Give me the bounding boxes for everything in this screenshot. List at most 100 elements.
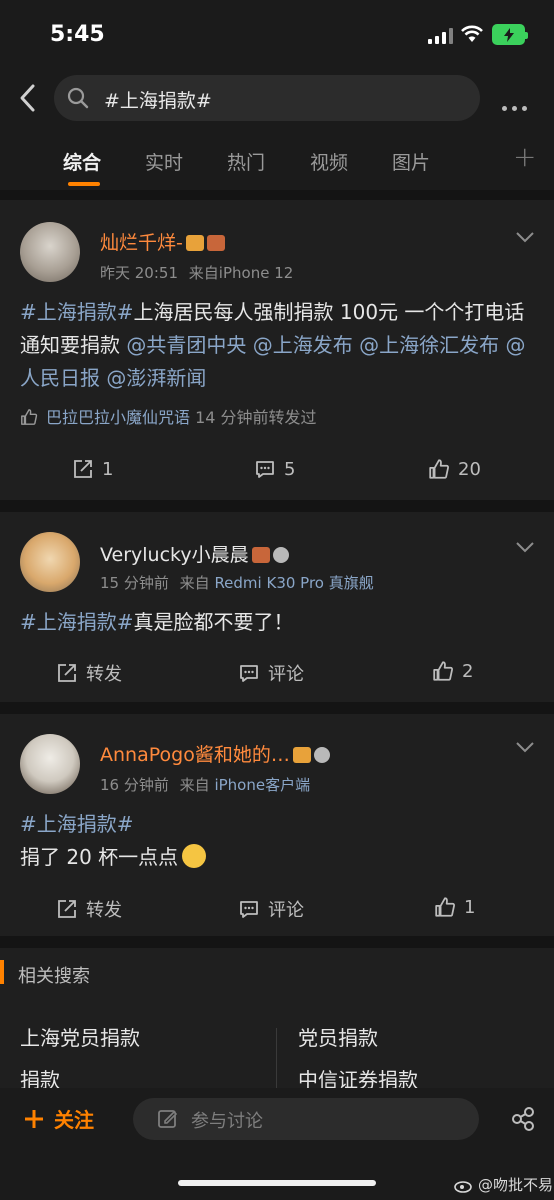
post-meta: 16 分钟前 来自 iPhone客户端 (100, 774, 310, 795)
more-options-icon[interactable] (502, 96, 532, 115)
share-icon[interactable] (510, 1106, 536, 1132)
comment-button[interactable]: 评论 (238, 660, 304, 686)
post-meta: 15 分钟前 来自 Redmi K30 Pro 真旗舰 (100, 572, 374, 593)
comment-count: 5 (284, 458, 296, 480)
source-prefix: 来自 (179, 574, 210, 592)
tab-video[interactable]: 视频 (310, 148, 348, 175)
like-button[interactable]: 20 (428, 458, 481, 480)
post-card[interactable]: Verylucky小晨晨 15 分钟前 来自 Redmi K30 Pro 真旗舰… (0, 512, 554, 702)
repost-icon (74, 460, 92, 478)
post-time: 昨天 20:51 (100, 264, 178, 282)
post-source: iPhone 12 (218, 264, 294, 282)
watermark: @吻批不易 (454, 1174, 553, 1195)
post-actions: 1 5 20 (0, 458, 554, 498)
weibo-logo-icon (454, 1180, 472, 1193)
like-button[interactable]: 1 (434, 896, 475, 918)
status-bar: 5:45 (0, 0, 554, 70)
medal-badge-icon (272, 547, 289, 563)
cellular-signal-icon (428, 28, 454, 44)
related-search-item[interactable]: 党员捐款 (298, 1022, 378, 1051)
repost-user[interactable]: 巴拉巴拉小魔仙咒语 (46, 408, 190, 427)
active-tab-indicator (68, 182, 100, 186)
follow-button[interactable]: 关注 (24, 1104, 94, 1133)
discuss-input[interactable]: 参与讨论 (133, 1098, 479, 1140)
tab-comprehensive[interactable]: 综合 (63, 148, 101, 175)
wifi-icon (461, 25, 483, 42)
like-count: 1 (464, 896, 476, 918)
tab-realtime[interactable]: 实时 (145, 148, 183, 175)
medal-badge-icon (313, 747, 330, 763)
chevron-down-icon[interactable] (514, 540, 536, 554)
like-count: 20 (458, 458, 481, 480)
thumbs-up-icon (435, 897, 455, 917)
comment-icon (240, 901, 258, 918)
comment-icon (240, 665, 258, 682)
post-time: 15 分钟前 (100, 574, 169, 592)
mention-link[interactable]: @共青团中央 (126, 333, 246, 357)
thumbs-up-icon (433, 661, 453, 681)
repost-button[interactable]: 转发 (56, 660, 122, 686)
related-title: 相关搜索 (18, 966, 90, 987)
username-text: AnnaPogo酱和她的… (100, 744, 290, 766)
repost-label: 转发 (86, 900, 122, 921)
search-input[interactable]: #上海捐款# (54, 75, 480, 121)
repost-info: 巴拉巴拉小魔仙咒语 14 分钟前转发过 (20, 404, 317, 428)
post-text: 捐了 20 杯一点点 (20, 845, 179, 869)
tab-hot[interactable]: 热门 (227, 148, 265, 175)
post-card[interactable]: AnnaPogo酱和她的… 16 分钟前 来自 iPhone客户端 #上海捐款#… (0, 714, 554, 936)
source-prefix: 来自 (179, 776, 210, 794)
discuss-placeholder: 参与讨论 (191, 1111, 263, 1132)
member-badge-icon (206, 235, 225, 251)
comment-label: 评论 (268, 900, 304, 921)
crown-badge-icon (185, 235, 204, 251)
post-actions: 转发 评论 2 (0, 660, 554, 700)
hashtag-link[interactable]: #上海捐款# (20, 812, 134, 836)
watermark-text: @吻批不易 (478, 1176, 554, 1194)
home-indicator (178, 1180, 376, 1186)
post-username[interactable]: 灿烂千烊- (100, 228, 225, 255)
hashtag-link[interactable]: #上海捐款# (20, 610, 134, 634)
repost-icon (58, 664, 76, 682)
hashtag-link[interactable]: #上海捐款# (20, 300, 134, 324)
search-icon (67, 87, 89, 109)
post-actions: 转发 评论 1 (0, 896, 554, 936)
repost-button[interactable]: 转发 (56, 896, 122, 922)
like-button[interactable]: 2 (432, 660, 473, 682)
back-icon[interactable] (14, 80, 44, 116)
add-tab-icon[interactable]: + (513, 140, 536, 173)
avatar[interactable] (20, 734, 80, 794)
avatar[interactable] (20, 532, 80, 592)
follow-label: 关注 (54, 1108, 94, 1132)
mention-link[interactable]: @澎湃新闻 (106, 366, 206, 390)
search-query: #上海捐款# (104, 90, 212, 112)
like-count: 2 (462, 660, 474, 682)
repost-count: 1 (102, 458, 114, 480)
post-card[interactable]: 灿烂千烊- 昨天 20:51 来自iPhone 12 #上海捐款#上海居民每人强… (0, 200, 554, 500)
avatar[interactable] (20, 222, 80, 282)
username-text: Verylucky小晨晨 (100, 544, 249, 566)
plus-icon (25, 1109, 43, 1128)
source-prefix: 来自 (188, 264, 219, 282)
battery-charging-icon (492, 24, 528, 45)
chevron-down-icon[interactable] (514, 230, 536, 244)
mention-link[interactable]: @上海徐汇发布 (359, 333, 499, 357)
repost-button[interactable]: 1 (72, 458, 113, 480)
mention-link[interactable]: @上海发布 (253, 333, 353, 357)
repost-icon (58, 900, 76, 918)
post-username[interactable]: Verylucky小晨晨 (100, 540, 289, 567)
edit-icon (158, 1110, 178, 1128)
related-search-item[interactable]: 上海党员捐款 (20, 1022, 140, 1051)
thumbs-up-icon (21, 409, 38, 425)
smirk-emoji-icon (182, 844, 207, 868)
tab-images[interactable]: 图片 (392, 148, 430, 175)
chevron-down-icon[interactable] (514, 740, 536, 754)
username-text: 灿烂千烊- (100, 232, 183, 254)
post-meta: 昨天 20:51 来自iPhone 12 (100, 262, 293, 283)
top-header: #上海捐款# (0, 70, 554, 126)
post-username[interactable]: AnnaPogo酱和她的… (100, 740, 330, 767)
comment-button[interactable]: 5 (254, 458, 295, 480)
post-body: #上海捐款#上海居民每人强制捐款 100元 一个个打电话通知要捐款 @共青团中央… (20, 296, 534, 395)
section-accent-bar (0, 960, 4, 984)
comment-button[interactable]: 评论 (238, 896, 304, 922)
repost-time: 14 分钟前转发过 (195, 408, 317, 427)
